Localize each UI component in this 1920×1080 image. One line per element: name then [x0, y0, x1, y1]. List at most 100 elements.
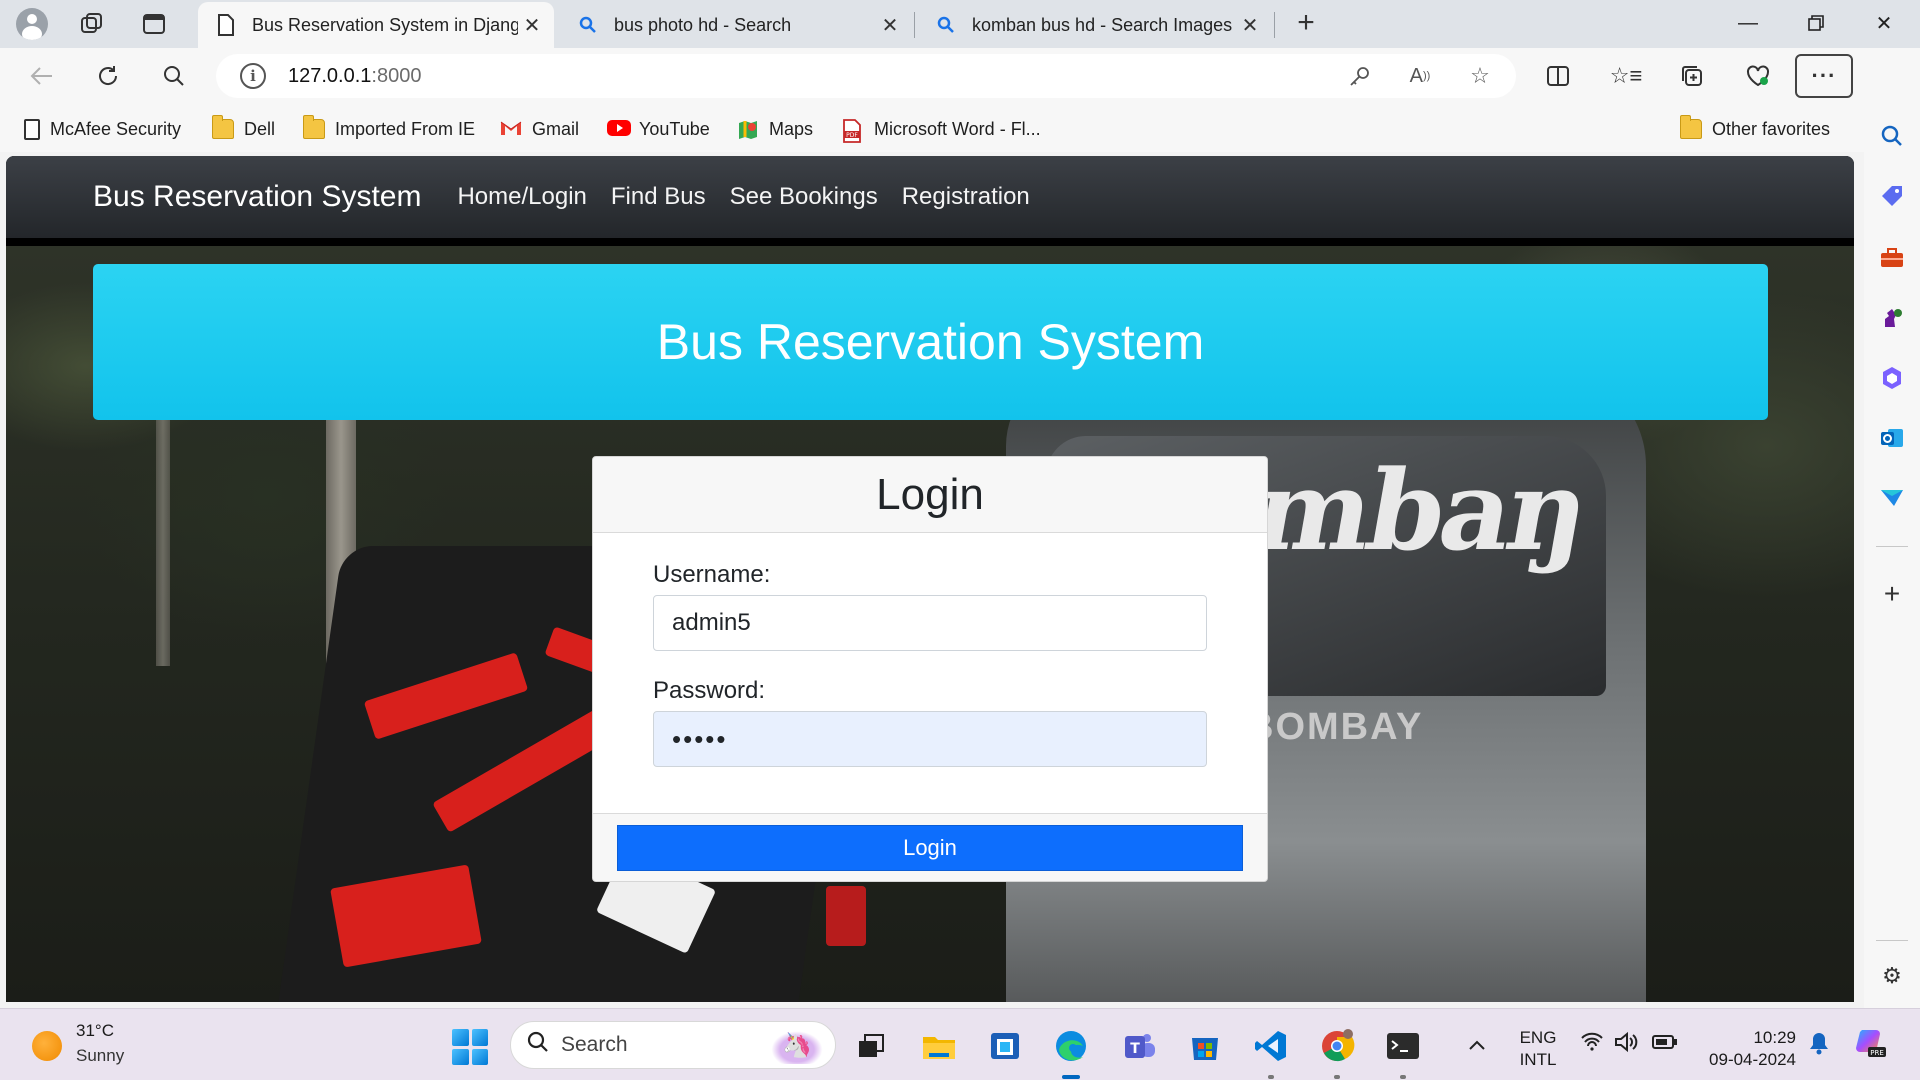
add-icon[interactable]: + — [1876, 578, 1908, 610]
browser-essentials-icon[interactable] — [1738, 56, 1778, 96]
toolbox-icon[interactable] — [1876, 242, 1908, 274]
taskbar-search[interactable]: Search 🦄 — [510, 1021, 836, 1069]
clock[interactable]: 10:29 09-04-2024 — [1696, 1027, 1796, 1071]
tab-title: Bus Reservation System in Django — [252, 14, 518, 35]
volume-icon[interactable] — [1614, 1031, 1640, 1059]
star-icon[interactable]: ☆ — [1460, 54, 1500, 98]
language-indicator[interactable]: ENG INTL — [1516, 1027, 1560, 1071]
username-label: Username: — [653, 561, 771, 588]
login-card: Login Username: admin5 Password: ••••• L… — [592, 456, 1268, 882]
clock-date: 09-04-2024 — [1709, 1050, 1796, 1069]
nav-find-bus[interactable]: Find Bus — [611, 183, 706, 211]
pdf-icon: PDF — [842, 119, 864, 143]
nav-registration[interactable]: Registration — [902, 183, 1030, 211]
copilot-icon[interactable] — [1876, 362, 1908, 394]
search-icon — [934, 16, 958, 34]
close-window-button[interactable]: ✕ — [1850, 0, 1918, 46]
edge-browser-icon[interactable] — [1050, 1025, 1092, 1067]
collections-icon[interactable] — [1672, 56, 1712, 96]
vertical-tabs-icon[interactable] — [136, 6, 172, 42]
read-aloud-icon[interactable]: A)) — [1400, 54, 1440, 98]
file-explorer-icon[interactable] — [918, 1025, 960, 1067]
chess-icon[interactable] — [1876, 302, 1908, 334]
page-icon — [214, 14, 238, 36]
site-info-icon[interactable]: i — [240, 63, 266, 89]
new-tab-button[interactable]: + — [1288, 6, 1324, 42]
weather-temperature[interactable]: 31°C — [76, 1021, 114, 1041]
send-icon[interactable] — [1876, 482, 1908, 514]
favorite-label: YouTube — [639, 118, 710, 139]
favorite-imported-from-ie[interactable]: Imported From IE — [303, 115, 476, 142]
svg-text:PRE: PRE — [1870, 1049, 1884, 1057]
login-button[interactable]: Login — [617, 825, 1243, 871]
favorites-icon[interactable]: ☆≡ — [1606, 56, 1646, 96]
nav-see-bookings[interactable]: See Bookings — [730, 183, 878, 211]
tag-icon[interactable] — [1876, 180, 1908, 212]
site-navbar: Bus Reservation System Home/Login Find B… — [6, 156, 1854, 238]
favorite-dell[interactable]: Dell — [212, 115, 276, 142]
favorites-bar: McAfee Security Dell Imported From IE Gm… — [0, 104, 1864, 152]
search-icon — [576, 16, 600, 34]
tab-bus-photo-search[interactable]: bus photo hd - Search ✕ — [560, 2, 912, 48]
back-button[interactable] — [22, 56, 62, 96]
chevron-up-icon[interactable] — [1468, 1031, 1486, 1057]
copilot-preview-icon[interactable]: PRE — [1854, 1027, 1888, 1065]
microsoft-store-icon[interactable] — [1184, 1025, 1226, 1067]
favorite-label: Gmail — [532, 118, 580, 139]
search-icon[interactable] — [154, 56, 194, 96]
workspaces-icon[interactable] — [74, 6, 110, 42]
edge-sidebar: + ⚙ — [1864, 48, 1920, 1008]
teams-icon[interactable]: T — [1118, 1025, 1160, 1067]
tab-title: bus photo hd - Search — [614, 14, 792, 35]
battery-icon[interactable] — [1652, 1031, 1678, 1057]
other-favorites[interactable]: Other favorites — [1680, 115, 1830, 142]
app-icon[interactable] — [984, 1025, 1026, 1067]
search-placeholder: Search — [561, 1033, 628, 1056]
search-icon — [527, 1031, 549, 1060]
unicorn-icon: 🦄 — [767, 1028, 827, 1064]
favorite-microsoft-word[interactable]: PDF Microsoft Word - Fl... — [842, 116, 1041, 143]
close-icon[interactable]: ✕ — [876, 13, 904, 38]
favorite-label: Microsoft Word - Fl... — [874, 118, 1041, 139]
username-input[interactable]: admin5 — [653, 595, 1207, 651]
split-screen-icon[interactable] — [1538, 56, 1578, 96]
password-label: Password: — [653, 677, 766, 704]
favorite-maps[interactable]: Maps — [737, 116, 813, 142]
tab-title: komban bus hd - Search Images — [972, 14, 1233, 35]
more-options-button[interactable]: ··· — [1795, 54, 1853, 98]
minimize-button[interactable]: — — [1714, 0, 1782, 46]
search-icon[interactable] — [1876, 120, 1908, 152]
favorite-youtube[interactable]: YouTube — [607, 116, 710, 142]
windows-taskbar: 31°C Sunny Search 🦄 T ENG INTL 10:29 09-… — [0, 1008, 1920, 1080]
keyboard-layout: INTL — [1519, 1050, 1557, 1069]
password-input[interactable]: ••••• — [653, 711, 1207, 767]
refresh-button[interactable] — [88, 56, 128, 96]
settings-icon[interactable]: ⚙ — [1876, 960, 1908, 992]
weather-condition[interactable]: Sunny — [76, 1046, 124, 1066]
key-icon[interactable] — [1340, 54, 1380, 98]
vscode-icon[interactable] — [1250, 1025, 1292, 1067]
wifi-icon[interactable] — [1580, 1031, 1604, 1057]
close-icon[interactable]: ✕ — [1236, 13, 1264, 38]
favorite-label: Dell — [244, 118, 276, 139]
address-bar[interactable]: i 127.0.0.1:8000 A)) ☆ — [216, 54, 1516, 98]
favorite-mcafee[interactable]: McAfee Security — [24, 116, 181, 142]
page-icon — [24, 118, 40, 140]
terminal-icon[interactable] — [1382, 1025, 1424, 1067]
notification-bell-icon[interactable] — [1808, 1031, 1830, 1061]
profile-icon[interactable] — [14, 6, 50, 42]
close-icon[interactable]: ✕ — [518, 13, 546, 38]
nav-home-login[interactable]: Home/Login — [457, 183, 586, 211]
favorite-label: Imported From IE — [335, 118, 476, 139]
favorite-gmail[interactable]: Gmail — [500, 116, 579, 142]
outlook-icon[interactable] — [1876, 422, 1908, 454]
tab-bus-reservation[interactable]: Bus Reservation System in Django ✕ — [198, 2, 554, 48]
task-view-icon[interactable] — [850, 1025, 892, 1067]
restore-button[interactable] — [1782, 0, 1850, 46]
site-brand[interactable]: Bus Reservation System — [93, 180, 421, 214]
language-code: ENG — [1519, 1028, 1557, 1047]
tab-komban-search[interactable]: komban bus hd - Search Images ✕ — [918, 2, 1272, 48]
chrome-icon[interactable] — [1316, 1025, 1358, 1067]
windows-start-button[interactable] — [452, 1029, 488, 1065]
sun-icon[interactable] — [32, 1031, 62, 1061]
